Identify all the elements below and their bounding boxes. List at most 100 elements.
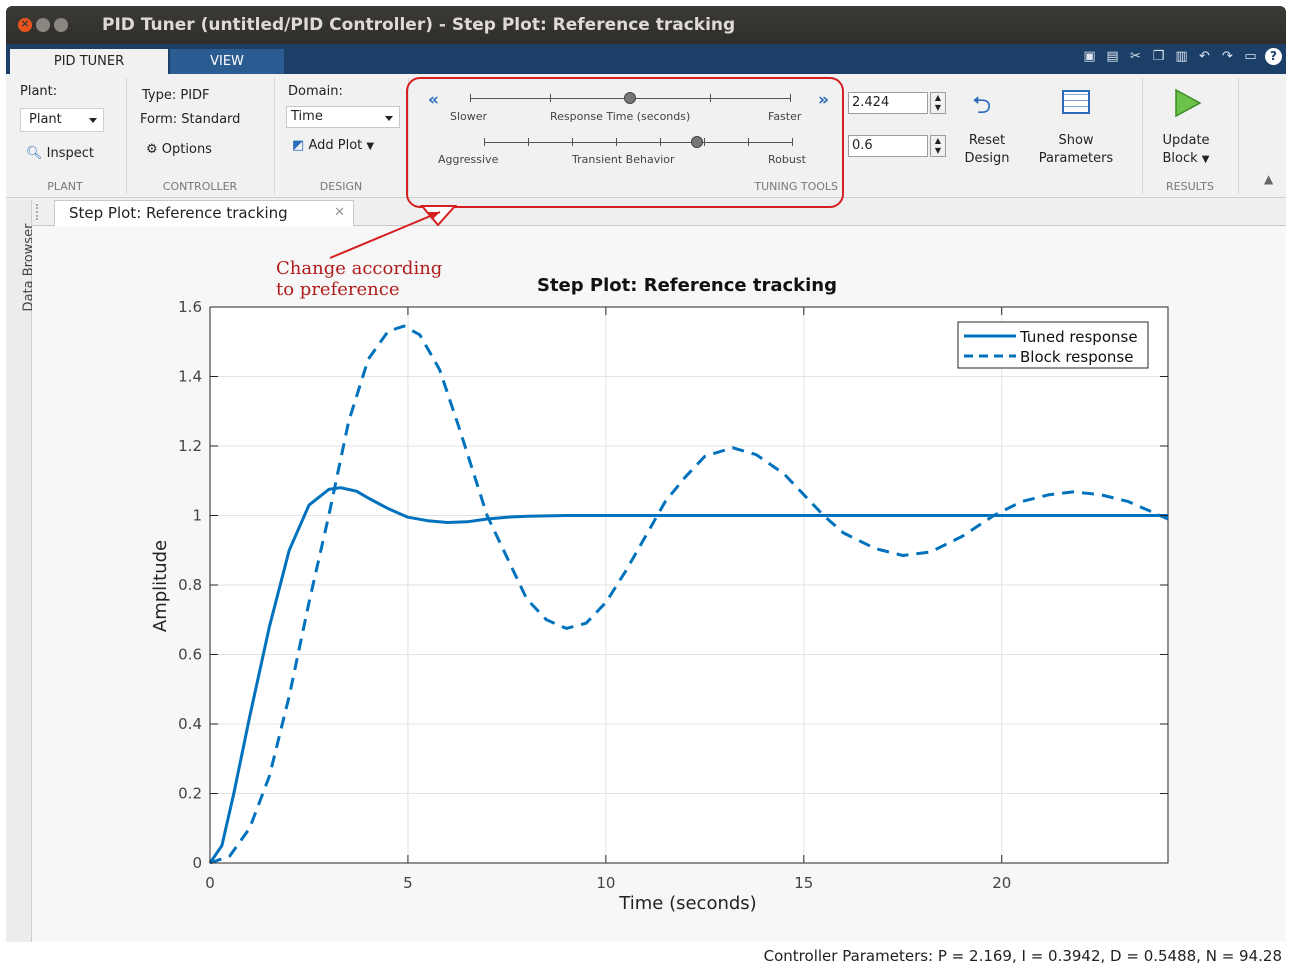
- section-design: DESIGN: [319, 180, 363, 193]
- transient-behavior-label: Transient Behavior: [572, 153, 675, 166]
- annotation-line1: Change according: [276, 258, 443, 279]
- quick-access-toolbar: ▣ ▤ ✂ ❐ ▥ ↶ ↷ ▭ ?: [1081, 48, 1282, 70]
- slider-tick: [792, 138, 793, 146]
- tab-step-plot[interactable]: Step Plot: Reference tracking ✕: [54, 200, 354, 226]
- response-time-slider-thumb[interactable]: [624, 92, 636, 104]
- section-tuning-tools: TUNING TOOLS: [754, 180, 838, 193]
- window-icon[interactable]: ▭: [1242, 48, 1259, 65]
- y-tick-label: 1.6: [178, 298, 202, 316]
- plant-dropdown[interactable]: Plant: [20, 108, 104, 132]
- ribbon-toolstrip: Plant: Plant 🔍︎ Inspect PLANT Type: PIDF…: [6, 74, 1286, 198]
- update-block-label-line2: Block ▼: [1150, 150, 1222, 169]
- add-plot-icon: ◩: [292, 138, 305, 153]
- controller-form: Form: Standard: [140, 112, 241, 127]
- show-parameters-button[interactable]: Show Parameters: [1028, 82, 1124, 172]
- show-parameters-label-line1: Show: [1058, 133, 1094, 148]
- reset-design-button[interactable]: ⮌ Reset Design: [956, 82, 1018, 172]
- chevron-down-icon: [385, 116, 393, 121]
- response-time-label: Response Time (seconds): [550, 110, 691, 123]
- x-tick-label: 0: [205, 874, 215, 892]
- slider-tick: [550, 94, 551, 102]
- undo-icon[interactable]: ↶: [1196, 48, 1213, 65]
- reset-design-label: Reset Design: [956, 132, 1018, 168]
- response-time-slider[interactable]: [470, 92, 794, 108]
- options-button[interactable]: ⚙ Options: [146, 142, 212, 157]
- y-tick-label: 0.6: [178, 646, 202, 664]
- update-block-button[interactable]: Update Block ▼: [1150, 82, 1222, 172]
- annotation-line2: to preference: [276, 279, 400, 300]
- reset-design-label-line2: Design: [964, 151, 1010, 166]
- x-tick-label: 5: [403, 874, 413, 892]
- y-tick-label: 0: [192, 854, 202, 872]
- slider-tick: [790, 94, 791, 102]
- slower-label: Slower: [450, 110, 488, 123]
- options-label: Options: [161, 142, 212, 157]
- y-tick-label: 1.4: [178, 368, 202, 386]
- response-time-input[interactable]: 2.424: [848, 92, 928, 114]
- close-icon[interactable]: ✕: [334, 201, 345, 225]
- update-block-label-text: Block: [1162, 151, 1198, 166]
- grip-handle[interactable]: [36, 204, 40, 220]
- add-plot-button[interactable]: ◩ Add Plot ▼: [292, 138, 374, 153]
- y-axis-label: Amplitude: [150, 540, 171, 632]
- plant-dropdown-value: Plant: [29, 112, 62, 127]
- transient-behavior-slider[interactable]: [484, 136, 796, 152]
- chevron-down-icon: [89, 118, 97, 123]
- faster-chevron-icon[interactable]: »: [818, 90, 829, 110]
- help-icon[interactable]: ?: [1265, 48, 1282, 65]
- domain-dropdown[interactable]: Time: [286, 106, 400, 128]
- slider-tick: [484, 138, 485, 146]
- paste-icon[interactable]: ▥: [1173, 48, 1190, 65]
- tab-view[interactable]: VIEW: [170, 49, 284, 74]
- document-tab-bar: Step Plot: Reference tracking ✕: [6, 198, 1286, 226]
- aggressive-label: Aggressive: [438, 153, 499, 166]
- maximize-window-button[interactable]: [54, 18, 68, 32]
- data-browser-panel[interactable]: Data Browser: [6, 200, 37, 942]
- transient-behavior-input[interactable]: 0.6: [848, 135, 928, 157]
- copy-icon[interactable]: ❐: [1150, 48, 1167, 65]
- faster-label: Faster: [768, 110, 802, 123]
- legend[interactable]: Tuned response Block response: [957, 321, 1149, 369]
- controller-parameters-status: Controller Parameters: P = 2.169, I = 0.…: [763, 947, 1282, 965]
- divider: [408, 78, 409, 194]
- divider: [126, 78, 127, 194]
- chevron-down-icon: ▼: [1201, 154, 1210, 165]
- save-icon[interactable]: ▤: [1104, 48, 1121, 65]
- tab-pid-tuner[interactable]: PID TUNER: [10, 49, 168, 74]
- play-icon: [1175, 88, 1202, 118]
- x-axis-label: Time (seconds): [618, 893, 756, 914]
- redo-icon[interactable]: ↷: [1219, 48, 1236, 65]
- collapse-ribbon-icon[interactable]: ▲: [1264, 172, 1273, 186]
- x-tick-label: 20: [992, 874, 1011, 892]
- y-tick-label: 0.4: [178, 715, 202, 733]
- magnifier-icon: 🔍︎: [26, 146, 43, 161]
- window-title: PID Tuner (untitled/PID Controller) - St…: [102, 15, 736, 35]
- annotation-text: Change according to preference: [276, 258, 442, 300]
- minimize-window-button[interactable]: [36, 18, 50, 32]
- transient-behavior-spinner[interactable]: ▲ ▼: [930, 135, 946, 157]
- response-time-spinner[interactable]: ▲ ▼: [930, 92, 946, 114]
- chart-title: Step Plot: Reference tracking: [537, 275, 837, 296]
- close-window-button[interactable]: ×: [18, 17, 32, 32]
- cut-icon[interactable]: ✂: [1127, 48, 1144, 65]
- y-tick-label: 1: [192, 507, 202, 525]
- section-plant: PLANT: [47, 180, 83, 193]
- ribbon-tab-strip: PID TUNER VIEW ▣ ▤ ✂ ❐ ▥ ↶ ↷ ▭ ?: [6, 44, 1286, 74]
- slider-tick: [572, 138, 573, 146]
- show-parameters-label-line2: Parameters: [1038, 151, 1114, 166]
- divider: [1142, 78, 1143, 194]
- slider-tick: [748, 138, 749, 146]
- y-tick-label: 1.2: [178, 437, 202, 455]
- inspect-button[interactable]: 🔍︎ Inspect: [26, 146, 94, 161]
- table-icon: [1062, 90, 1090, 114]
- quick-access-dock-icon[interactable]: ▣: [1081, 48, 1098, 65]
- update-block-label-line1: Update: [1162, 133, 1210, 148]
- inspect-label: Inspect: [46, 146, 94, 161]
- title-bar: × PID Tuner (untitled/PID Controller) - …: [6, 6, 1286, 44]
- tab-step-plot-label: Step Plot: Reference tracking: [69, 204, 288, 222]
- transient-behavior-slider-thumb[interactable]: [690, 136, 703, 148]
- domain-label: Domain:: [288, 84, 343, 99]
- legend-tuned-label: Tuned response: [1019, 328, 1138, 346]
- step-plot-chart[interactable]: 0 5 10 15 20 0 0.2 0.4 0.6 0.8 1 1.2 1.4 1.6 Step Plo…: [32, 226, 1286, 942]
- slower-chevron-icon[interactable]: «: [428, 90, 439, 110]
